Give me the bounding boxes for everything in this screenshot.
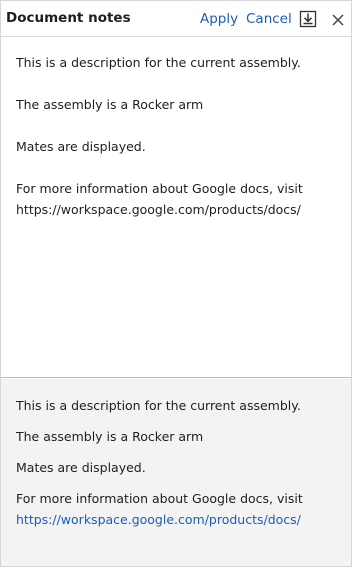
notes-preview: This is a description for the current as… bbox=[1, 379, 351, 566]
editor-line-2: The assembly is a Rocker arm bbox=[16, 97, 204, 112]
notes-editor-textarea[interactable]: This is a description for the current as… bbox=[1, 37, 351, 378]
editor-line-5: https://workspace.google.com/products/do… bbox=[16, 202, 301, 217]
panel-header: Document notes Apply Cancel bbox=[1, 1, 351, 37]
apply-button[interactable]: Apply bbox=[200, 11, 238, 27]
preview-link-line: https://workspace.google.com/products/do… bbox=[16, 509, 301, 530]
document-notes-panel: Document notes Apply Cancel This is a de… bbox=[0, 0, 352, 567]
preview-line-2: The assembly is a Rocker arm bbox=[16, 429, 204, 444]
download-save-icon[interactable] bbox=[299, 10, 317, 28]
editor-line-1: This is a description for the current as… bbox=[16, 55, 301, 70]
editor-line-4: For more information about Google docs, … bbox=[16, 181, 303, 196]
editor-line-3: Mates are displayed. bbox=[16, 139, 146, 154]
close-icon[interactable] bbox=[331, 12, 345, 26]
cancel-button[interactable]: Cancel bbox=[246, 11, 292, 27]
preview-line-4: For more information about Google docs, … bbox=[16, 491, 303, 506]
preview-line-3: Mates are displayed. bbox=[16, 460, 146, 475]
docs-link[interactable]: https://workspace.google.com/products/do… bbox=[16, 512, 301, 527]
preview-line-1: This is a description for the current as… bbox=[16, 398, 301, 413]
panel-title: Document notes bbox=[6, 10, 131, 26]
